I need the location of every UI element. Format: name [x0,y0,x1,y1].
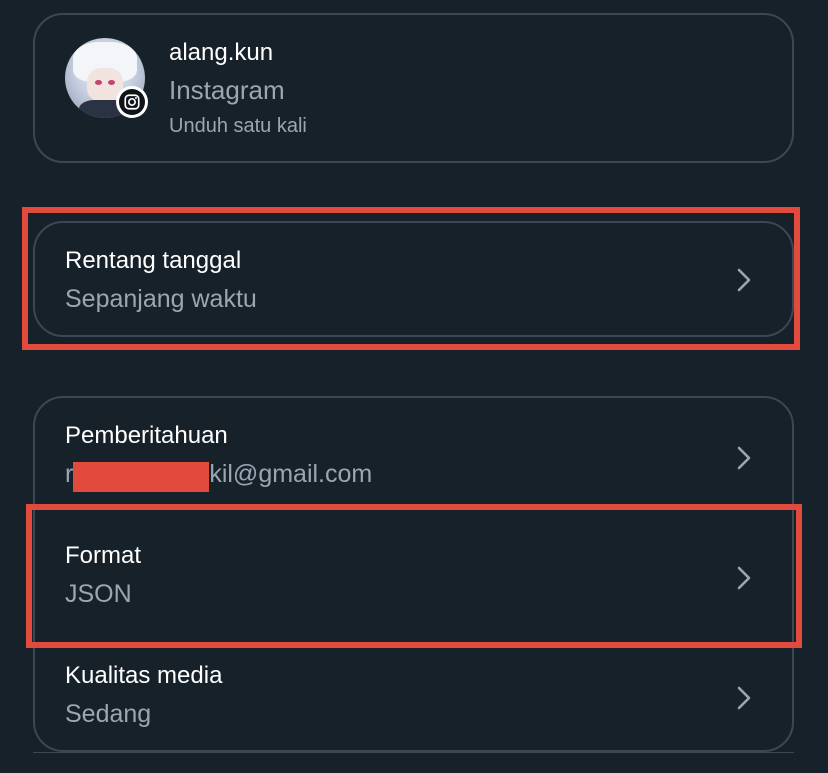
account-card: alang.kun Instagram Unduh satu kali [33,13,794,163]
download-frequency: Unduh satu kali [169,115,307,137]
settings-card: Pemberitahuan r kil@gmail.com Format JSON… [33,396,794,752]
date-range-card: Rentang tanggal Sepanjang waktu [33,221,794,337]
date-range-label: Rentang tanggal [65,247,242,274]
chevron-right-icon [737,268,751,292]
media-quality-row[interactable]: Kualitas media Sedang [35,638,792,758]
chevron-right-icon [737,686,751,710]
media-quality-value: Sedang [65,700,152,728]
notification-row[interactable]: Pemberitahuan r kil@gmail.com [35,398,792,518]
media-quality-label: Kualitas media [65,662,223,689]
chevron-right-icon [737,566,751,590]
date-range-row[interactable]: Rentang tanggal Sepanjang waktu [35,223,792,335]
chevron-right-icon [737,446,751,470]
divider [33,752,794,753]
date-range-value: Sepanjang waktu [65,285,257,313]
redaction-bar [73,462,209,492]
format-label: Format [65,542,142,569]
notification-email: r kil@gmail.com [65,460,373,492]
account-username: alang.kun [169,39,274,66]
account-platform: Instagram [169,75,285,105]
notification-label: Pemberitahuan [65,422,228,449]
email-suffix: kil@gmail.com [209,460,373,488]
format-value: JSON [65,580,132,608]
instagram-icon [116,86,148,118]
format-row[interactable]: Format JSON [35,518,792,638]
